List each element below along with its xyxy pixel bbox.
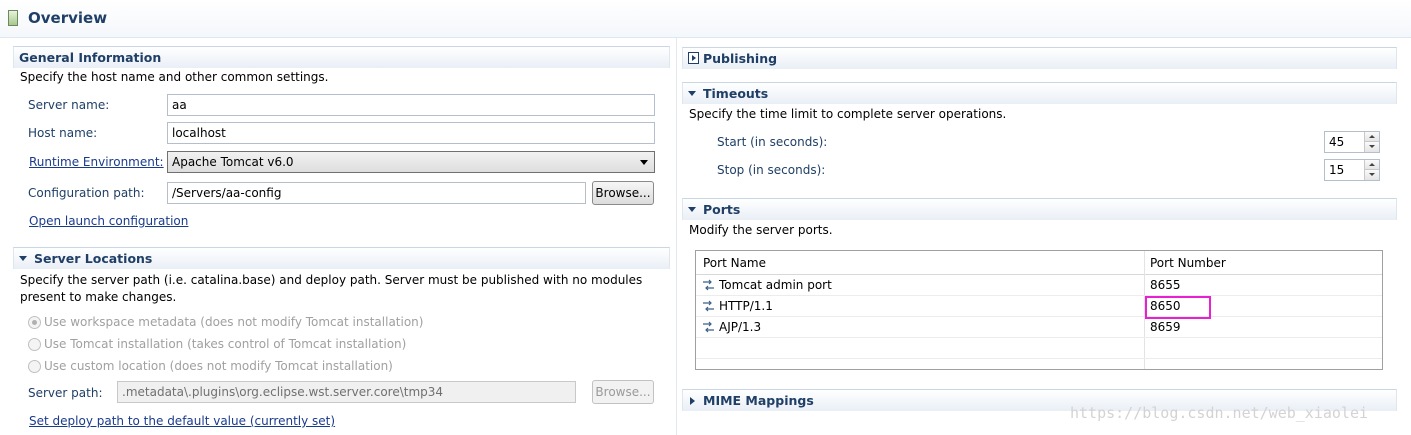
table-row-empty <box>696 338 1382 359</box>
runtime-environment-value: Apache Tomcat v6.0 <box>172 155 294 169</box>
start-timeout-value: 45 <box>1329 135 1345 149</box>
server-path-label: Server path: <box>28 386 103 400</box>
configuration-path-input[interactable]: /Servers/aa-config <box>167 182 586 204</box>
server-name-label: Server name: <box>28 98 110 112</box>
table-row[interactable]: AJP/1.3 8659 <box>696 317 1382 338</box>
config-browse-button[interactable]: Browse... <box>592 181 654 205</box>
timeouts-title: Timeouts <box>703 86 769 101</box>
port-number-cell[interactable]: 8655 <box>1150 278 1181 292</box>
chevron-down-icon <box>640 160 648 165</box>
publishing-section-header[interactable]: Publishing <box>682 47 1397 69</box>
ports-table-header: Port Name Port Number <box>696 251 1382 275</box>
general-info-title: General Information <box>19 50 162 65</box>
stop-timeout-label: Stop (in seconds): <box>717 163 826 177</box>
server-locations-description-2: present to make changes. <box>20 290 177 304</box>
set-deploy-path-link[interactable]: Set deploy path to the default value (cu… <box>29 414 335 428</box>
collapse-icon <box>688 207 696 212</box>
editor-header: Overview <box>0 0 1411 38</box>
start-timeout-label: Start (in seconds): <box>717 135 828 149</box>
mime-mappings-title: MIME Mappings <box>703 393 814 408</box>
port-name-cell: Tomcat admin port <box>719 278 832 292</box>
port-icon <box>703 279 714 291</box>
use-custom-location-label: Use custom location (does not modify Tom… <box>44 359 393 373</box>
port-icon <box>703 300 714 312</box>
timeouts-description: Specify the time limit to complete serve… <box>689 107 1007 121</box>
stop-timeout-spinner[interactable]: 15 <box>1324 159 1380 181</box>
use-workspace-metadata-radio[interactable] <box>28 316 41 329</box>
port-name-column-header[interactable]: Port Name <box>703 256 766 270</box>
expand-icon <box>690 397 695 405</box>
runtime-environment-link[interactable]: Runtime Environment: <box>29 155 164 169</box>
ports-section-header[interactable]: Ports <box>682 198 1397 220</box>
general-info-description: Specify the host name and other common s… <box>20 70 329 84</box>
server-locations-section-header[interactable]: Server Locations <box>13 247 670 269</box>
use-workspace-metadata-label: Use workspace metadata (does not modify … <box>44 315 424 329</box>
port-name-cell: HTTP/1.1 <box>719 299 773 313</box>
page-title: Overview <box>28 9 108 27</box>
server-path-browse-button[interactable]: Browse... <box>592 380 654 404</box>
use-tomcat-installation-label: Use Tomcat installation (takes control o… <box>44 337 407 351</box>
watermark: https://blog.csdn.net/web_xiaolei <box>1070 404 1369 422</box>
configuration-path-label: Configuration path: <box>28 186 145 200</box>
spin-down-icon[interactable] <box>1365 142 1379 152</box>
use-custom-location-radio[interactable] <box>28 360 41 373</box>
timeouts-section-header[interactable]: Timeouts <box>682 82 1397 104</box>
table-row[interactable]: Tomcat admin port 8655 <box>696 275 1382 296</box>
table-row[interactable]: HTTP/1.1 8650 <box>696 296 1382 317</box>
column-divider <box>676 38 677 435</box>
port-name-cell: AJP/1.3 <box>719 320 762 334</box>
port-number-cell[interactable]: 8659 <box>1150 320 1181 334</box>
server-locations-title: Server Locations <box>34 251 153 266</box>
port-highlight-box <box>1145 296 1211 319</box>
collapse-icon <box>19 256 27 261</box>
general-info-section-header: General Information <box>13 46 670 68</box>
server-overview-icon <box>8 10 18 26</box>
spin-down-icon[interactable] <box>1365 170 1379 180</box>
spin-up-icon[interactable] <box>1365 160 1379 170</box>
port-icon <box>703 321 714 333</box>
ports-description: Modify the server ports. <box>689 223 833 237</box>
host-name-input[interactable]: localhost <box>167 122 655 144</box>
publishing-title: Publishing <box>703 51 778 66</box>
ports-title: Ports <box>703 202 741 217</box>
server-locations-description-1: Specify the server path (i.e. catalina.b… <box>20 273 643 287</box>
expand-icon <box>688 52 699 64</box>
ports-table: Port Name Port Number Tomcat admin port … <box>695 250 1383 370</box>
server-path-input[interactable]: .metadata\.plugins\org.eclipse.wst.serve… <box>117 381 576 403</box>
runtime-environment-select[interactable]: Apache Tomcat v6.0 <box>167 151 655 173</box>
spin-up-icon[interactable] <box>1365 132 1379 142</box>
use-tomcat-installation-radio[interactable] <box>28 338 41 351</box>
start-timeout-spinner[interactable]: 45 <box>1324 131 1380 153</box>
stop-timeout-value: 15 <box>1329 163 1345 177</box>
port-number-column-header[interactable]: Port Number <box>1150 256 1226 270</box>
host-name-label: Host name: <box>28 126 98 140</box>
server-name-input[interactable]: aa <box>167 94 655 116</box>
collapse-icon <box>688 91 696 96</box>
open-launch-configuration-link[interactable]: Open launch configuration <box>29 214 188 228</box>
